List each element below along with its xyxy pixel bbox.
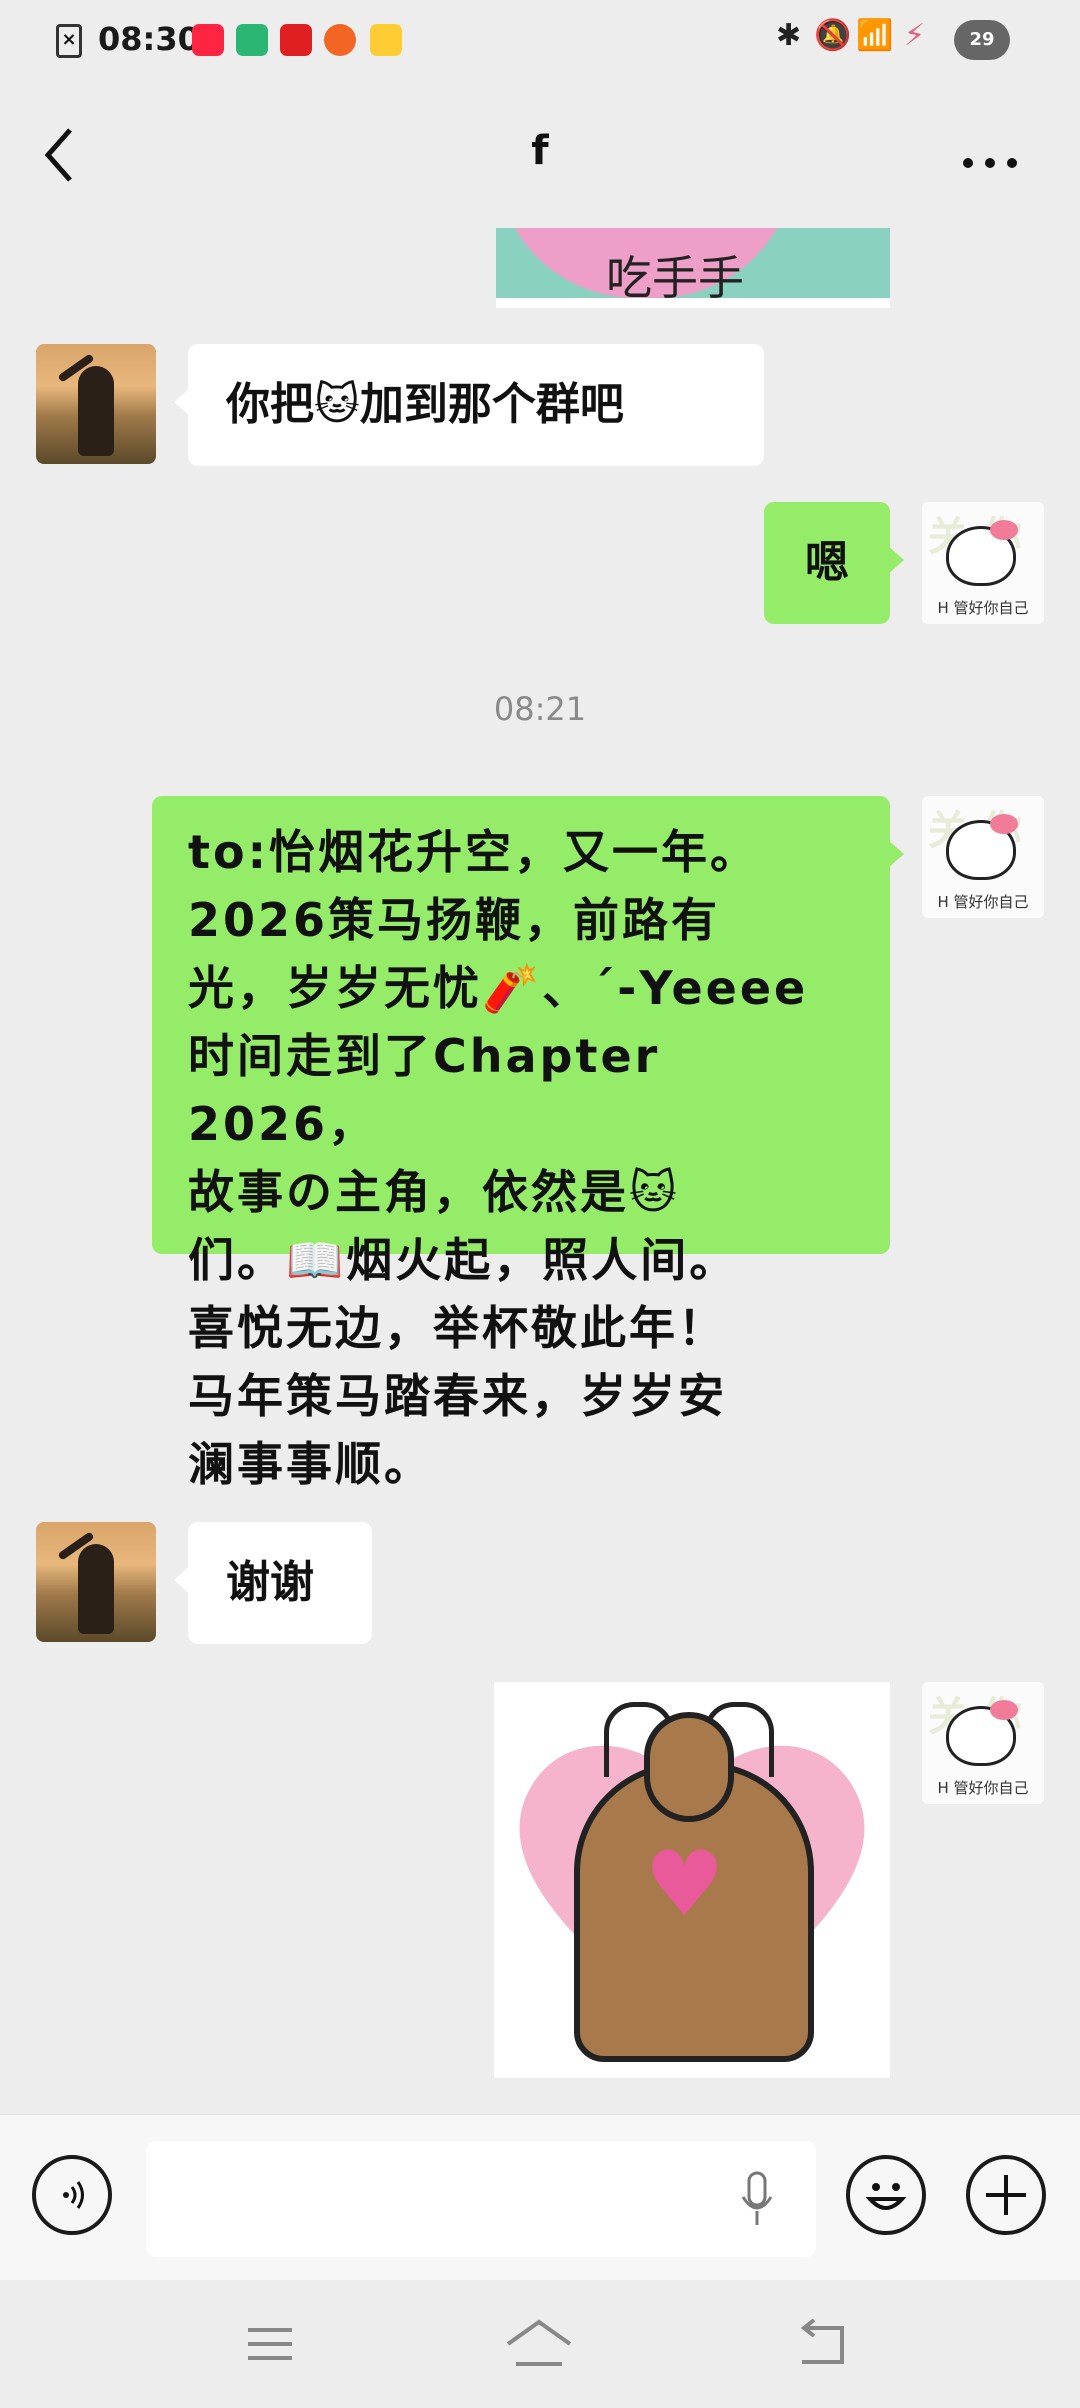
home-icon	[506, 2319, 572, 2366]
app-100-icon	[370, 24, 402, 56]
plus-icon	[986, 2175, 1026, 2215]
plus-button[interactable]	[966, 2155, 1046, 2235]
message-text: 谢谢	[226, 1557, 314, 1608]
message-text: 你把🐱加到那个群吧	[226, 379, 624, 430]
avatar-figure	[78, 366, 114, 456]
message-text: to:怡烟花升空，又一年。 2026策马扬鞭，前路有 光，岁岁无忧🧨、´-Yee…	[188, 825, 809, 1491]
back-nav-button[interactable]	[792, 2314, 852, 2374]
message-bubble-sent[interactable]: 嗯	[764, 502, 904, 624]
app-orange-icon	[324, 24, 356, 56]
bow-icon	[990, 520, 1018, 540]
self-avatar[interactable]: 关 你 H 管好你自己	[922, 502, 1044, 624]
sticker-border	[496, 298, 890, 308]
avatar-caption: H 管好你自己	[937, 893, 1029, 911]
emoji-button[interactable]	[846, 2155, 926, 2235]
self-avatar[interactable]: 关 你 H 管好你自己	[922, 796, 1044, 918]
self-avatar[interactable]: 关 你 H 管好你自己	[922, 1682, 1044, 1804]
input-bar	[0, 2114, 1080, 2281]
app-red-icon	[280, 24, 312, 56]
wifi-icon: 📶	[856, 18, 894, 53]
avatar-caption: H 管好你自己	[937, 599, 1029, 617]
chat-title: f	[531, 128, 549, 174]
status-bar: × 08:30 ✱ 🔕 📶 ⚡ 29	[0, 0, 1080, 84]
contact-avatar[interactable]	[36, 344, 156, 464]
bluetooth-icon: ✱	[776, 18, 802, 53]
chat-header: f	[0, 84, 1080, 228]
contact-avatar[interactable]	[36, 1522, 156, 1642]
mic-icon	[741, 2171, 773, 2225]
message-timestamp: 08:21	[493, 690, 587, 728]
emoji-icon	[865, 2183, 907, 2210]
app-green-icon	[236, 24, 268, 56]
mic-button[interactable]	[740, 2171, 773, 2231]
bow-icon	[990, 1700, 1018, 1720]
bug-character-head	[644, 1712, 734, 1822]
avatar-figure	[78, 1544, 114, 1634]
voice-icon	[63, 2181, 84, 2209]
sticker-message[interactable]: 吃手手	[496, 228, 890, 308]
message-bubble-received[interactable]: 你把🐱加到那个群吧	[174, 344, 764, 466]
battery-indicator: 29	[954, 20, 1010, 60]
charging-icon: ⚡	[904, 18, 926, 53]
system-nav-bar	[0, 2280, 1080, 2408]
home-button[interactable]	[504, 2314, 572, 2374]
return-icon	[800, 2318, 844, 2364]
xiaohongshu-icon	[192, 24, 224, 56]
mute-icon: 🔕	[814, 18, 852, 53]
message-input[interactable]	[146, 2141, 816, 2257]
message-text: 嗯	[805, 537, 849, 588]
message-bubble-received[interactable]: 谢谢	[174, 1522, 372, 1644]
sticker-message[interactable]: ♥	[494, 1682, 890, 2078]
more-icon	[963, 158, 1017, 168]
avatar-caption: H 管好你自己	[937, 1779, 1029, 1797]
message-bubble-sent[interactable]: to:怡烟花升空，又一年。 2026策马扬鞭，前路有 光，岁岁无忧🧨、´-Yee…	[152, 796, 904, 1491]
menu-icon	[248, 2328, 292, 2360]
voice-toggle-button[interactable]	[32, 2155, 112, 2235]
status-time: 08:30	[98, 20, 200, 58]
chat-area[interactable]: 吃手手 你把🐱加到那个群吧 嗯 关 你 H 管好你自己 08:21 to:怡烟花…	[0, 228, 1080, 2114]
finger-heart-icon: ♥	[644, 1832, 725, 1937]
file-icon: ×	[56, 24, 82, 58]
more-button[interactable]	[960, 140, 1030, 180]
recent-apps-button[interactable]	[240, 2314, 300, 2374]
bow-icon	[990, 814, 1018, 834]
